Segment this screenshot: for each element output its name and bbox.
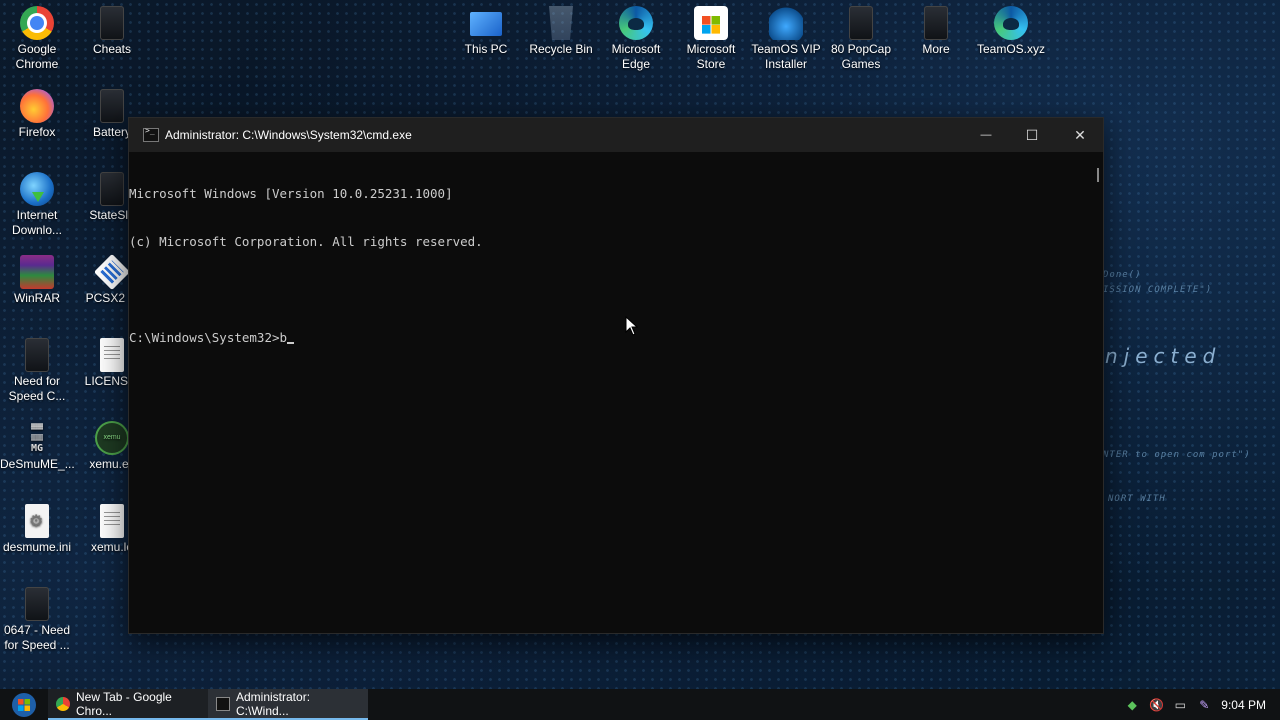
desktop-icon-label: TeamOS VIP Installer [751, 42, 821, 71]
desktop-icon-label: 0647 - Need for Speed ... [3, 623, 71, 652]
desmume-icon: ▦▦ ▥▥ MG [30, 421, 44, 454]
document-icon [100, 338, 124, 372]
maximize-icon: ☐ [1025, 126, 1039, 143]
start-button[interactable] [0, 689, 48, 720]
desktop-icon-label: Internet Downlo... [11, 208, 63, 237]
desktop-icon-teamos-installer[interactable]: TeamOS VIP Installer [749, 2, 823, 72]
settings-file-icon [25, 504, 49, 538]
windows-logo-icon [12, 692, 36, 717]
desktop-icon-store[interactable]: Microsoft Store [674, 2, 748, 72]
desktop-icon-label: 80 PopCap Games [830, 42, 892, 71]
recycle-bin-icon [549, 6, 573, 40]
game-icon [25, 587, 49, 621]
game-icon [849, 6, 873, 40]
desktop-icon-label: Cheats [92, 42, 132, 56]
close-button[interactable]: ✕ [1057, 118, 1103, 152]
teamos-installer-icon [769, 6, 803, 40]
cmd-window[interactable]: Administrator: C:\Windows\System32\cmd.e… [128, 117, 1104, 634]
scrollbar[interactable] [1097, 168, 1099, 182]
desktop-icon-label: Recycle Bin [529, 42, 593, 56]
desktop-icon-desmume-ini[interactable]: desmume.ini [0, 500, 74, 555]
desktop-icon-label: This PC [464, 42, 508, 56]
pen-icon[interactable]: ✎ [1197, 698, 1211, 712]
taskbar-item-cmd[interactable]: Administrator: C:\Wind... [208, 689, 368, 720]
desktop-icon-label: TeamOS.xyz [976, 42, 1045, 56]
desktop-icon-cheats[interactable]: Cheats [75, 2, 149, 57]
cmd-titlebar[interactable]: Administrator: C:\Windows\System32\cmd.e… [129, 118, 1103, 152]
desktop-icon-recycle-bin[interactable]: Recycle Bin [524, 2, 598, 57]
game-icon [25, 338, 49, 372]
document-icon [100, 504, 124, 538]
console-line: (c) Microsoft Corporation. All rights re… [129, 234, 483, 249]
chrome-icon [56, 696, 70, 711]
terminal-icon [143, 126, 159, 142]
desktop-icon-chrome[interactable]: Google Chrome [0, 2, 74, 72]
cmd-title: Administrator: C:\Windows\System32\cmd.e… [165, 128, 412, 142]
edge-icon [619, 6, 653, 40]
desktop-icon-label: Microsoft Store [686, 42, 736, 71]
this-pc-icon [470, 12, 502, 36]
maximize-button[interactable]: ☐ [1009, 118, 1055, 152]
cmd-console[interactable]: Microsoft Windows [Version 10.0.25231.10… [129, 152, 1089, 633]
desktop-icon-nfs[interactable]: Need for Speed C... [0, 334, 74, 404]
wallpaper-text: njected [1105, 344, 1222, 368]
desktop-icon-popcap[interactable]: 80 PopCap Games [824, 2, 898, 72]
clock[interactable]: 9:04 PM [1221, 698, 1266, 712]
desktop-icon-label: WinRAR [13, 291, 60, 305]
tray-app-icon[interactable]: ◆ [1125, 698, 1139, 712]
desktop-icon-nfs-0647[interactable]: 0647 - Need for Speed ... [0, 583, 74, 653]
game-icon [100, 6, 124, 40]
taskbar-item-label: Administrator: C:\Wind... [236, 689, 311, 718]
desktop-icon-firefox[interactable]: Firefox [0, 85, 74, 140]
volume-muted-icon[interactable]: 🔇 [1149, 698, 1164, 712]
desktop-icon-winrar[interactable]: WinRAR [0, 251, 74, 306]
firefox-icon [20, 89, 54, 123]
console-line: Microsoft Windows [Version 10.0.25231.10… [129, 186, 453, 201]
desktop-icon-more[interactable]: More [899, 2, 973, 57]
desktop-icon-label: Google Chrome [15, 42, 59, 71]
wallpaper-text: ISSION COMPLETE") [1103, 285, 1213, 295]
chrome-icon [20, 6, 54, 40]
desktop-icon-desmume[interactable]: ▦▦ ▥▥ MG DeSmuME_... [0, 417, 75, 472]
desktop-icon-label: DeSmuME_... [0, 457, 75, 471]
edge-icon [994, 6, 1028, 40]
taskbar-item-chrome[interactable]: New Tab - Google Chro... [48, 689, 208, 720]
desktop-icon-label: Need for Speed C... [8, 374, 66, 403]
game-icon [100, 89, 124, 123]
desktop-icon-idm[interactable]: Internet Downlo... [0, 168, 74, 238]
desktop-icon-label: Microsoft Edge [611, 42, 661, 71]
game-icon [924, 6, 948, 40]
cmd-icon [216, 696, 230, 711]
taskbar-item-label: New Tab - Google Chro... [76, 689, 172, 718]
desktop-icon-label: desmume.ini [2, 540, 72, 554]
idm-icon [20, 172, 54, 206]
desktop-icon-label: More [922, 42, 950, 56]
console-prompt-line: C:\Windows\System32>b [129, 330, 1089, 346]
system-tray: ◆ 🔇 ▭ ✎ 9:04 PM [1125, 689, 1280, 720]
winrar-icon [20, 255, 54, 289]
text-cursor [287, 342, 295, 344]
desktop-icon-label: Firefox [18, 125, 56, 139]
network-icon[interactable]: ▭ [1173, 698, 1187, 712]
wallpaper-text: Done() [1103, 270, 1142, 280]
close-icon: ✕ [1074, 126, 1086, 143]
wallpaper-text: NORT WITH [1108, 494, 1166, 504]
minimize-icon: — [980, 129, 992, 141]
console-prompt: C:\Windows\System32>b [129, 330, 288, 345]
xemu-icon: xemu [95, 421, 129, 455]
desktop-icon-edge[interactable]: Microsoft Edge [599, 2, 673, 72]
pcsx2-icon [93, 253, 131, 291]
game-icon [100, 172, 124, 206]
taskbar: New Tab - Google Chro... Administrator: … [0, 689, 1280, 720]
minimize-button[interactable]: — [963, 118, 1009, 152]
store-icon [694, 6, 728, 40]
wallpaper-text: NTER to open com port") [1103, 450, 1251, 460]
desktop-icon-this-pc[interactable]: This PC [449, 2, 523, 57]
desktop-icon-teamos-xyz[interactable]: TeamOS.xyz [974, 2, 1048, 57]
